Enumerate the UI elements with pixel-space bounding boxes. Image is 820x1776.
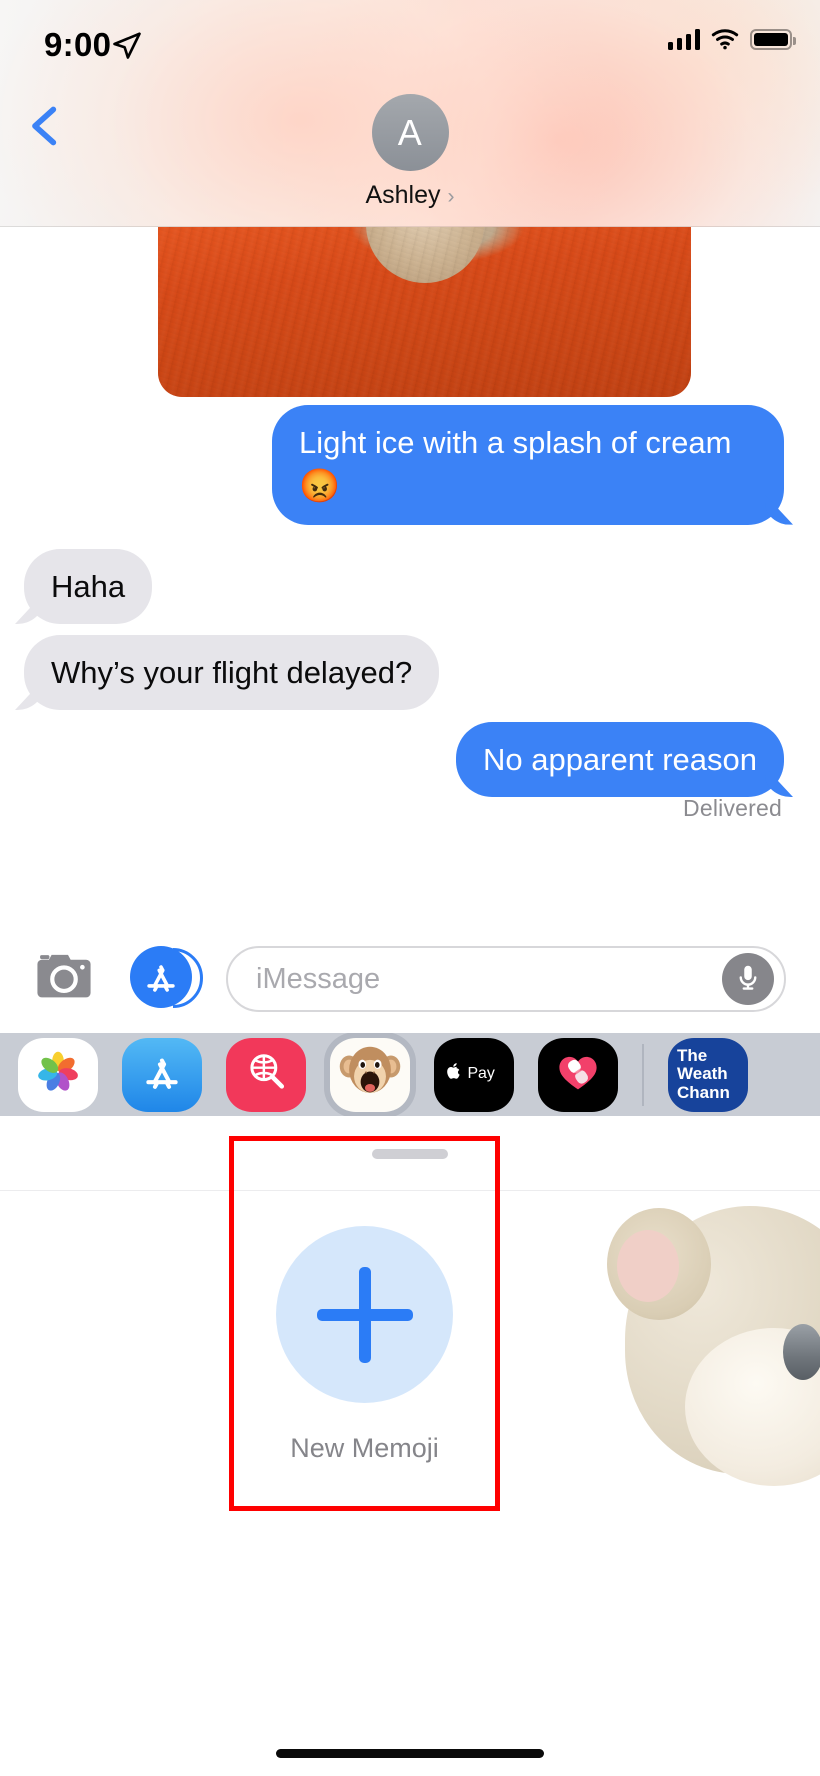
- new-memoji-button[interactable]: New Memoji: [229, 1136, 500, 1511]
- status-bar: 9:00: [0, 0, 820, 88]
- app-drawer-item-photos[interactable]: [18, 1037, 98, 1112]
- photos-icon: [35, 1049, 81, 1100]
- weather-line-3: Chann: [677, 1082, 730, 1102]
- cellular-signal-icon: [667, 28, 700, 50]
- angry-face-emoji: 😡: [299, 467, 341, 505]
- drawer-separator: [642, 1043, 644, 1106]
- message-bubble-outgoing[interactable]: Light ice with a splash of cream 😡: [272, 405, 784, 525]
- memoji-monkey-icon: [334, 1039, 406, 1110]
- weather-line-2: Weath: [677, 1064, 728, 1084]
- avatar: A: [371, 94, 449, 171]
- activity-heart-icon: [554, 1048, 602, 1101]
- app-drawer-item-images[interactable]: [226, 1037, 306, 1112]
- camera-icon: [33, 952, 95, 1007]
- apple-pay-icon: Pay: [445, 1061, 503, 1089]
- app-drawer-item-apple-pay[interactable]: Pay: [434, 1037, 514, 1112]
- memoji-eye: [783, 1324, 820, 1380]
- memoji-head: [607, 1206, 820, 1486]
- message-text: Light ice with a splash of cream: [299, 425, 732, 460]
- app-drawer-item-memoji[interactable]: [330, 1037, 410, 1112]
- app-drawer-item-app-store[interactable]: [122, 1037, 202, 1112]
- app-store-button[interactable]: [130, 946, 203, 1012]
- message-input-field[interactable]: iMessage: [226, 946, 786, 1012]
- contact-name-row[interactable]: Ashley ›: [365, 181, 454, 210]
- memoji-preview-partial[interactable]: [607, 1196, 820, 1486]
- images-search-icon: [243, 1049, 289, 1100]
- wifi-icon: [711, 28, 739, 50]
- message-bubble-incoming[interactable]: Why’s your flight delayed?: [24, 635, 440, 711]
- status-bar-indicators: [667, 28, 796, 50]
- microphone-button[interactable]: [722, 953, 774, 1005]
- weather-line-1: The: [677, 1045, 708, 1065]
- plus-icon: [276, 1226, 453, 1403]
- message-input-placeholder: iMessage: [256, 962, 381, 995]
- message-text: Haha: [51, 569, 126, 604]
- app-drawer-item-weather-channel[interactable]: The Weath Chann: [668, 1037, 748, 1112]
- microphone-icon: [733, 962, 763, 997]
- weather-channel-icon: The Weath Chann: [668, 1045, 748, 1102]
- contact-header[interactable]: A Ashley ›: [0, 94, 820, 210]
- app-drawer-item-activity[interactable]: [538, 1037, 618, 1112]
- location-arrow-icon: [112, 30, 142, 60]
- camera-button[interactable]: [32, 947, 96, 1011]
- delivery-status: Delivered: [683, 795, 782, 821]
- app-store-icon: [138, 1048, 186, 1101]
- message-bubble-photo[interactable]: [158, 227, 691, 397]
- battery-full-icon: [750, 28, 796, 50]
- avatar-initial: A: [397, 111, 423, 153]
- message-thread[interactable]: Light ice with a splash of cream 😡 Haha …: [0, 227, 820, 925]
- photo-texture: [158, 227, 691, 397]
- contact-name: Ashley: [365, 181, 441, 209]
- message-input-bar: iMessage: [0, 925, 820, 1033]
- memoji-ear-inner: [617, 1230, 679, 1302]
- message-bubble-outgoing[interactable]: No apparent reason: [455, 722, 784, 798]
- plus-glyph: [316, 1266, 413, 1363]
- home-indicator[interactable]: [276, 1749, 544, 1758]
- message-bubble-incoming[interactable]: Haha: [24, 549, 153, 625]
- imessage-app-drawer[interactable]: Pay The Weath Chann: [0, 1033, 820, 1116]
- message-text: No apparent reason: [482, 742, 757, 777]
- svg-text:Pay: Pay: [467, 1065, 494, 1082]
- memoji-ear: [607, 1208, 711, 1320]
- navigation-header: 9:00 A Ashley ›: [0, 0, 820, 227]
- status-bar-time: 9:00: [44, 26, 112, 63]
- new-memoji-label: New Memoji: [290, 1433, 439, 1463]
- app-store-icon: [130, 946, 192, 1008]
- message-text: Why’s your flight delayed?: [51, 655, 413, 690]
- chevron-right-icon: ›: [447, 185, 455, 208]
